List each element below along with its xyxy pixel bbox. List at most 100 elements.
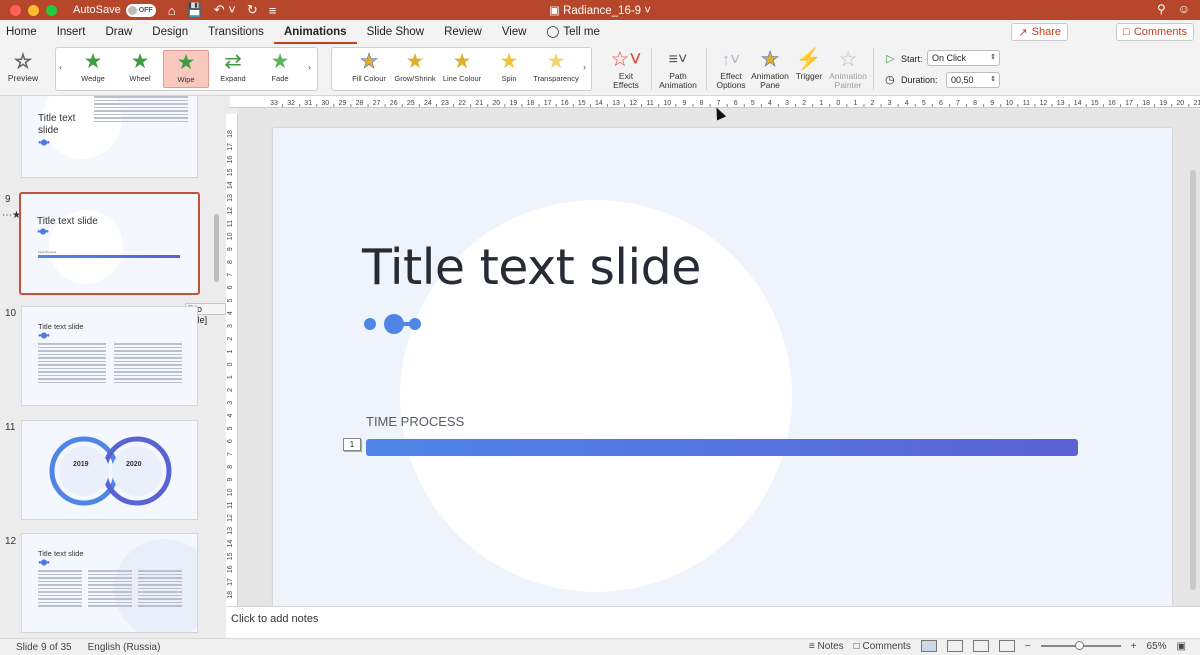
effect-fill-colour[interactable]: ★ Fill Colour: [346, 50, 392, 88]
reading-view-icon[interactable]: [972, 640, 989, 652]
slide-thumbnail-9[interactable]: Title text slide ●⬤● Time Process: [19, 192, 200, 295]
animation-painter-button[interactable]: ☆ Animation Painter: [828, 48, 868, 90]
comments-toggle[interactable]: □ Comments: [854, 641, 911, 652]
ruler-number: 9: [682, 100, 686, 107]
thumbnail-title: Title text slide: [38, 113, 76, 136]
notes-pane[interactable]: Click to add notes: [226, 606, 1200, 638]
time-process-label[interactable]: TIME PROCESS: [366, 414, 464, 429]
thumbnail-number: 12: [5, 536, 17, 547]
effect-wedge[interactable]: ★ Wedge: [70, 50, 116, 88]
slide-thumbnail-12[interactable]: Title text slide ●⬤●: [21, 533, 198, 633]
notes-toggle[interactable]: ≡ Notes: [809, 641, 844, 652]
thumbnail-number: 9: [5, 194, 11, 205]
thumbnail-scrollbar[interactable]: [214, 214, 219, 282]
maximize-window-button[interactable]: [46, 4, 57, 16]
gallery-prev-icon[interactable]: ‹: [59, 62, 62, 72]
ruler-number: 9: [990, 100, 994, 107]
slide-show-view-icon[interactable]: [998, 640, 1015, 652]
gallery-next-icon[interactable]: ›: [308, 62, 311, 72]
effect-grow-shrink[interactable]: ★ Grow/Shrink: [392, 50, 438, 88]
save-icon[interactable]: 💾: [187, 2, 203, 18]
tab-transitions[interactable]: Transitions: [198, 20, 274, 44]
animation-order-tag[interactable]: 1: [343, 438, 361, 451]
tab-review[interactable]: Review: [434, 20, 492, 44]
effect-expand[interactable]: ⇄ Expand: [210, 50, 256, 88]
slide-title[interactable]: Title text slide: [362, 239, 701, 296]
language-indicator[interactable]: English (Russia): [88, 642, 161, 653]
zoom-out-icon[interactable]: −: [1025, 641, 1031, 652]
comment-icon: □: [853, 640, 860, 652]
customize-toolbar-icon[interactable]: ≡: [269, 3, 277, 18]
tab-home[interactable]: Home: [0, 20, 47, 44]
share-button[interactable]: ↗ Share: [1011, 23, 1068, 41]
ruler-number: 14: [227, 540, 234, 548]
lightbulb-icon: ◯: [546, 26, 560, 38]
redo-icon[interactable]: ↻: [247, 2, 258, 18]
search-icon[interactable]: ⚲: [1157, 2, 1166, 16]
ruler-number: 17: [1125, 100, 1133, 107]
slide-thumbnail-10[interactable]: Title text slide ●⬤●: [21, 306, 198, 406]
thumbnail-title: Title text slide: [37, 216, 98, 227]
ruler-number: 10: [663, 100, 671, 107]
normal-view-icon[interactable]: [920, 640, 937, 652]
effect-fade[interactable]: ★ Fade: [257, 50, 303, 88]
ruler-number: 11: [647, 100, 654, 107]
minimize-window-button[interactable]: [28, 4, 39, 16]
effect-transparency[interactable]: ★ Transparency: [533, 50, 579, 88]
animation-painter-icon: ☆: [838, 48, 858, 71]
start-select[interactable]: On Click ⇕: [927, 50, 1000, 66]
horizontal-ruler: 33 32 31 30 29 28 27 26 25 24 23 22 21 20 19 18 17 16 15 14…: [230, 96, 1200, 108]
exit-effects-button[interactable]: ☆˅ Exit Effects: [606, 48, 646, 90]
close-window-button[interactable]: [10, 4, 21, 16]
duration-stepper-icon: ⇕: [990, 76, 996, 83]
account-icon[interactable]: ☺: [1178, 2, 1190, 16]
slide-thumbnail-8[interactable]: Title text slide ●⬤●: [21, 96, 198, 178]
ruler-number: 13: [612, 100, 620, 107]
effect-line-colour[interactable]: ★ Line Colour: [439, 50, 485, 88]
effect-spin[interactable]: ★ Spin: [486, 50, 532, 88]
zoom-in-icon[interactable]: +: [1131, 641, 1137, 652]
tab-animations[interactable]: Animations: [273, 20, 357, 44]
document-icon: ▣: [548, 5, 560, 17]
ruler-number: 8: [973, 100, 977, 107]
ribbon-separator: [873, 48, 874, 90]
gallery-more-icon[interactable]: ›: [583, 62, 586, 72]
tab-draw[interactable]: Draw: [95, 20, 142, 44]
tab-insert[interactable]: Insert: [47, 20, 96, 44]
slide-counter: Slide 9 of 35: [16, 641, 72, 653]
zoom-level[interactable]: 65%: [1147, 641, 1167, 652]
effect-wheel[interactable]: ★ Wheel: [117, 50, 163, 88]
progress-bar-shape[interactable]: [366, 439, 1078, 456]
ruler-number: 9: [227, 247, 234, 251]
tab-view[interactable]: View: [492, 20, 537, 44]
preview-button[interactable]: ☆ Preview: [6, 50, 40, 83]
autosave-toggle[interactable]: OFF: [125, 3, 156, 17]
trigger-button[interactable]: ⚡ Trigger: [792, 48, 826, 81]
path-animation-button[interactable]: ≡˅ Path Animation: [656, 48, 700, 90]
effect-options-button[interactable]: ↑˅ Effect Options: [713, 48, 749, 90]
spin-star-icon: ★: [499, 50, 519, 73]
ruler-number: 10: [227, 488, 234, 496]
slide-editor[interactable]: Title text slide TIME PROCESS: [273, 128, 1172, 606]
undo-icon[interactable]: ↶ ˅: [214, 2, 236, 18]
zoom-slider[interactable]: [1040, 641, 1121, 650]
tab-slide-show[interactable]: Slide Show: [357, 20, 435, 44]
slide-sorter-view-icon[interactable]: [946, 640, 963, 652]
tab-design[interactable]: Design: [142, 20, 198, 44]
ruler-number: 4: [227, 311, 234, 315]
title-chevron-icon[interactable]: ˅: [644, 5, 651, 17]
ruler-number: 7: [227, 452, 234, 456]
fit-to-window-icon[interactable]: ▣: [1177, 641, 1186, 652]
duration-input[interactable]: 00,50 ⇕: [946, 72, 1000, 88]
home-icon[interactable]: ⌂: [168, 3, 176, 18]
thumbnail-subtitle: Time Process: [38, 250, 57, 254]
animation-pane-button[interactable]: ★ Animation Pane: [751, 48, 789, 90]
grow-shrink-star-icon: ★: [405, 50, 425, 73]
slide-thumbnail-11[interactable]: 2019 2020: [21, 420, 198, 520]
dots-icon: ●⬤●: [38, 560, 50, 566]
comments-button[interactable]: □ Comments: [1116, 23, 1194, 41]
effect-wipe[interactable]: ★ Wipe: [163, 50, 209, 88]
slide-scrollbar[interactable]: [1190, 130, 1196, 590]
tell-me[interactable]: ◯ Tell me: [537, 20, 610, 44]
ruler-number: 14: [227, 181, 234, 189]
